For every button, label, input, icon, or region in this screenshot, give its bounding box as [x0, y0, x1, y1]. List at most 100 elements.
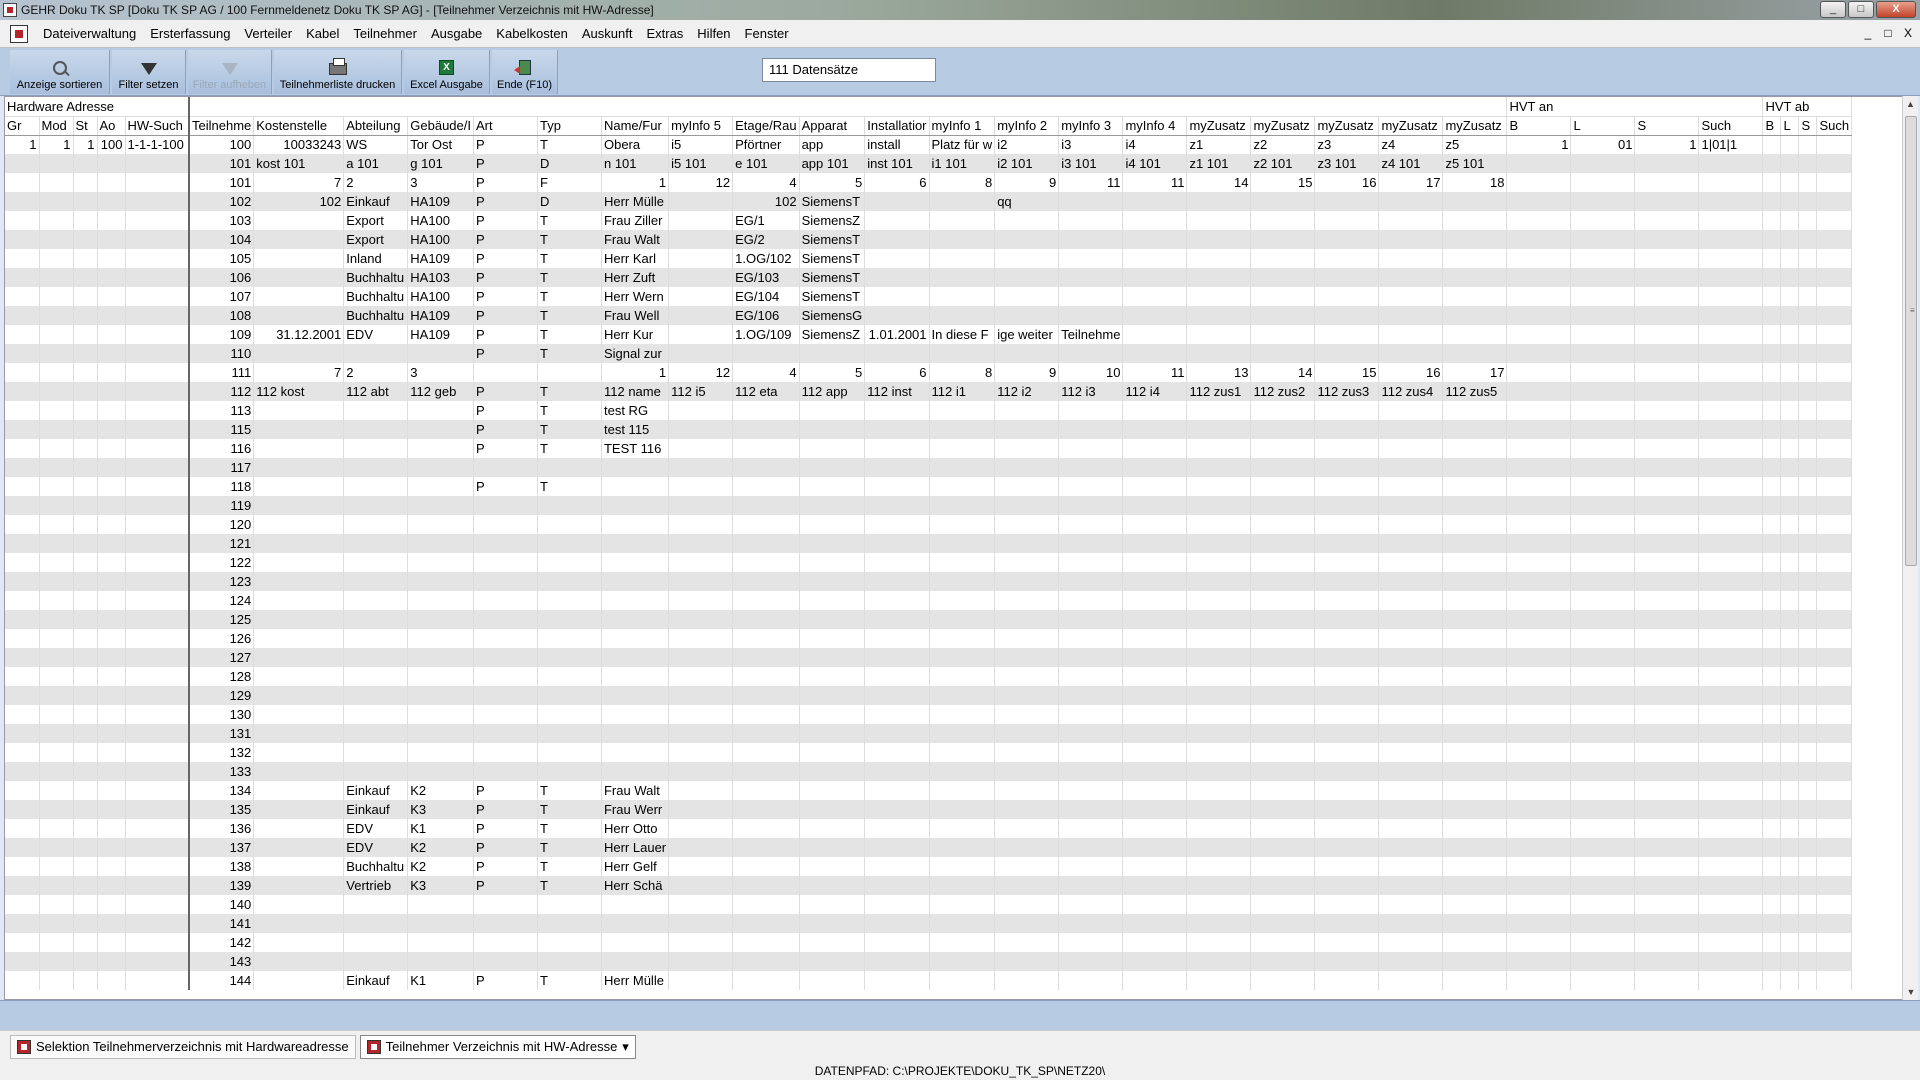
table-cell[interactable]	[929, 306, 996, 325]
table-cell[interactable]	[5, 515, 40, 534]
table-cell[interactable]	[1378, 743, 1444, 762]
table-cell[interactable]: 102	[253, 192, 345, 211]
table-cell[interactable]	[864, 477, 930, 496]
table-cell[interactable]	[1698, 800, 1764, 819]
table-cell[interactable]	[994, 268, 1060, 287]
table-cell[interactable]: Einkauf	[343, 192, 409, 211]
table-cell[interactable]	[407, 705, 474, 724]
table-cell[interactable]	[994, 534, 1060, 553]
table-cell[interactable]	[1698, 629, 1764, 648]
table-cell[interactable]	[407, 420, 474, 439]
table-cell[interactable]	[1186, 230, 1252, 249]
table-cell[interactable]	[73, 477, 98, 496]
table-cell[interactable]: 1	[601, 173, 670, 192]
table-cell[interactable]	[125, 173, 190, 192]
column-header[interactable]: HW-Such	[125, 116, 190, 136]
table-cell[interactable]	[994, 401, 1060, 420]
table-cell[interactable]	[97, 211, 126, 230]
table-cell[interactable]	[864, 781, 930, 800]
table-cell[interactable]	[5, 933, 40, 952]
table-cell[interactable]	[5, 534, 40, 553]
table-cell[interactable]	[5, 819, 40, 838]
table-cell[interactable]	[1698, 895, 1764, 914]
table-cell[interactable]	[864, 458, 930, 477]
table-cell[interactable]	[864, 667, 930, 686]
table-cell[interactable]: 100	[97, 135, 126, 154]
table-cell[interactable]	[668, 610, 734, 629]
table-cell[interactable]	[1780, 724, 1800, 743]
maximize-button[interactable]: □	[1848, 1, 1874, 18]
table-cell[interactable]	[1442, 268, 1508, 287]
table-cell[interactable]: qq	[994, 192, 1060, 211]
table-cell[interactable]	[1250, 838, 1316, 857]
table-cell[interactable]	[253, 838, 345, 857]
table-cell[interactable]: T	[537, 344, 602, 363]
table-cell[interactable]	[1250, 249, 1316, 268]
table-cell[interactable]: 112 i5	[668, 382, 734, 401]
table-cell[interactable]	[1442, 515, 1508, 534]
table-cell[interactable]	[1506, 192, 1572, 211]
table-cell[interactable]	[39, 686, 74, 705]
table-cell[interactable]	[1634, 933, 1700, 952]
table-cell[interactable]	[1780, 743, 1800, 762]
table-cell[interactable]	[601, 553, 670, 572]
table-cell[interactable]	[1634, 724, 1700, 743]
table-cell[interactable]	[125, 572, 190, 591]
table-cell[interactable]	[1186, 857, 1252, 876]
table-cell[interactable]: 112 i1	[929, 382, 996, 401]
table-cell[interactable]	[799, 534, 866, 553]
table-cell[interactable]	[1634, 686, 1700, 705]
table-cell[interactable]	[1506, 838, 1572, 857]
table-cell[interactable]: 1	[601, 363, 670, 382]
table-cell[interactable]	[1798, 192, 1818, 211]
table-cell[interactable]: 135	[189, 800, 255, 819]
table-cell[interactable]	[864, 952, 930, 971]
table-cell[interactable]	[1634, 667, 1700, 686]
table-cell[interactable]	[1442, 705, 1508, 724]
table-cell[interactable]	[732, 572, 800, 591]
table-cell[interactable]	[1798, 762, 1818, 781]
table-cell[interactable]	[125, 781, 190, 800]
table-cell[interactable]: 100	[189, 135, 255, 154]
table-cell[interactable]	[125, 800, 190, 819]
table-cell[interactable]	[1816, 363, 1853, 382]
table-cell[interactable]	[1698, 724, 1764, 743]
table-cell[interactable]	[39, 458, 74, 477]
table-cell[interactable]	[1816, 895, 1853, 914]
table-cell[interactable]: EG/104	[732, 287, 800, 306]
table-cell[interactable]	[929, 781, 996, 800]
table-cell[interactable]: Buchhaltu	[343, 306, 409, 325]
table-cell[interactable]	[1314, 496, 1380, 515]
table-cell[interactable]	[1250, 876, 1316, 895]
table-cell[interactable]	[1506, 933, 1572, 952]
table-cell[interactable]	[1762, 743, 1782, 762]
table-cell[interactable]: z5	[1442, 135, 1508, 154]
table-cell[interactable]	[1698, 591, 1764, 610]
table-cell[interactable]: 124	[189, 591, 255, 610]
table-cell[interactable]	[799, 477, 866, 496]
table-cell[interactable]: Platz für w	[929, 135, 996, 154]
table-cell[interactable]	[253, 724, 345, 743]
table-cell[interactable]	[39, 534, 74, 553]
table-cell[interactable]: Frau Walt	[601, 781, 670, 800]
table-cell[interactable]	[97, 230, 126, 249]
menu-kabel[interactable]: Kabel	[299, 26, 346, 41]
table-cell[interactable]	[1186, 971, 1252, 990]
table-cell[interactable]	[732, 876, 800, 895]
table-cell[interactable]	[1570, 610, 1636, 629]
table-row[interactable]: 106 Buchhaltu HA103 P T Herr Zuft EG/103 Siemen…	[5, 268, 1853, 287]
table-cell[interactable]: 118	[189, 477, 255, 496]
table-cell[interactable]	[125, 952, 190, 971]
table-cell[interactable]	[1250, 420, 1316, 439]
table-cell[interactable]	[407, 572, 474, 591]
menu-fenster[interactable]: Fenster	[738, 26, 796, 41]
table-cell[interactable]	[1186, 458, 1252, 477]
table-cell[interactable]	[125, 420, 190, 439]
table-cell[interactable]	[97, 895, 126, 914]
table-cell[interactable]	[1570, 629, 1636, 648]
table-cell[interactable]	[1698, 933, 1764, 952]
close-button[interactable]: X	[1876, 1, 1916, 18]
table-cell[interactable]	[1762, 211, 1782, 230]
table-cell[interactable]	[1186, 477, 1252, 496]
table-cell[interactable]	[1798, 971, 1818, 990]
